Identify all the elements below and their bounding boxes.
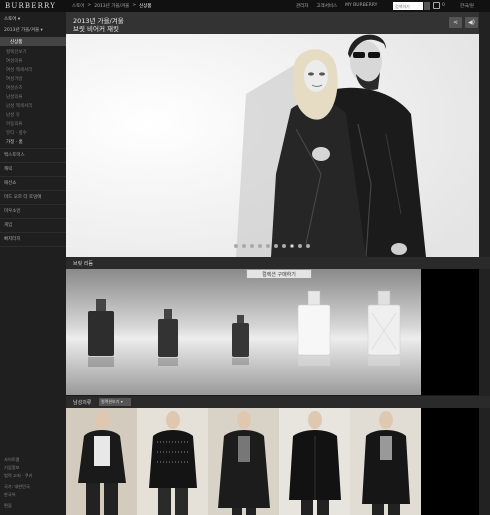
mens-product[interactable] [279, 408, 350, 515]
carousel-dot[interactable] [242, 244, 246, 248]
divider [0, 148, 66, 149]
top-links: 관리자 고객서비스 MY BURBERRY [296, 3, 377, 9]
mens-product[interactable] [350, 408, 421, 515]
locale-selector[interactable]: 한국/원 [460, 3, 474, 9]
footer-link[interactable]: 법적 고지 · 쿠키 [4, 473, 32, 479]
chevron-down-icon: ▾ [120, 399, 123, 404]
shop-collection-button[interactable]: 컬렉션 구매하기 [246, 269, 312, 279]
sound-icon: ◀) [468, 19, 475, 26]
page: BURBERRY 스토어 > 2013년 가을/겨울 > 신상품 관리자 고객서… [0, 0, 490, 515]
fragrance-bottles [88, 290, 401, 367]
sidebar-sub-item[interactable]: 여성슈즈 [6, 85, 23, 91]
chevron-down-icon: ▾ [40, 28, 43, 33]
divider [0, 190, 66, 191]
footer-link[interactable]: 기업정보 [4, 465, 19, 471]
language-selector[interactable]: 한국어 [4, 492, 16, 498]
carousel-dot[interactable] [266, 244, 270, 248]
mens-model-image [78, 411, 126, 515]
sidebar-store[interactable]: 스토어 ▾ [4, 16, 20, 22]
carousel-dot[interactable] [274, 244, 278, 248]
divider [0, 232, 66, 233]
breadcrumb-current: 신상품 [139, 4, 152, 9]
country-selector[interactable]: 국가: 대한민국 [4, 484, 30, 490]
bag-count: 0 [442, 3, 445, 8]
sidebar-sub-item[interactable]: 여성의류 [6, 58, 23, 64]
breadcrumb: 스토어 > 2013년 가을/겨울 > 신상품 [72, 3, 152, 9]
mens-empty-panel [421, 408, 479, 515]
divider [0, 162, 66, 163]
customer-service-link[interactable]: 고객서비스 [316, 3, 337, 9]
mens-product[interactable] [66, 408, 137, 515]
carousel-dot[interactable] [306, 244, 310, 248]
sidebar-category[interactable]: 캐릭 [4, 166, 12, 172]
sidebar-sub-item[interactable]: 남성 액세서리 [6, 103, 32, 109]
breadcrumb-season[interactable]: 2013년 가을/겨울 [94, 3, 129, 9]
divider [0, 218, 66, 219]
mens-model-image [149, 411, 197, 515]
divider [0, 176, 66, 177]
fragrance-header: 브릿 리듬 [66, 257, 490, 269]
brand-logo[interactable]: BURBERRY [5, 2, 56, 10]
admin-link[interactable]: 관리자 [296, 3, 308, 9]
sidebar-sub-item[interactable]: 뷰티 · 향수 [6, 130, 27, 136]
sidebar-category[interactable]: 백스토미스 [4, 152, 25, 158]
breadcrumb-separator: > [132, 3, 137, 8]
search-button[interactable] [424, 2, 430, 10]
carousel-dot[interactable] [282, 244, 286, 248]
sidebar: 스토어 ▾ 2013년 가을/겨울 ▾ 신상품 컬렉션보기 여성의류 여성 액세… [0, 12, 66, 515]
carousel-dot[interactable] [234, 244, 238, 248]
mens-title: 남성의류 [73, 400, 92, 406]
chevron-down-icon: ▾ [17, 17, 21, 22]
fragrance-panel[interactable]: 컬렉션 구매하기 [66, 269, 421, 395]
share-button[interactable]: ⋖ [449, 17, 462, 28]
sidebar-new-arrivals[interactable]: 신상품 [0, 37, 66, 46]
sidebar-sub-item[interactable]: 남성의류 [6, 94, 23, 100]
carousel-dots [234, 244, 310, 248]
sidebar-sub-item[interactable]: 아동의류 [6, 121, 23, 127]
hero-title-product: 브릿 비어커 재킷 [73, 25, 119, 33]
fragrance-title: 브릿 리듬 [73, 261, 93, 267]
footer-link[interactable]: 사이트맵 [4, 457, 19, 463]
sidebar-sub-item[interactable]: 여성가방 [6, 76, 23, 82]
hero-image[interactable] [66, 34, 479, 257]
breadcrumb-store[interactable]: 스토어 [72, 3, 84, 9]
sidebar-sub-item[interactable]: 여성 액세서리 [6, 67, 32, 73]
breadcrumb-separator: > [87, 3, 92, 8]
my-burberry-link[interactable]: MY BURBERRY [345, 3, 377, 9]
top-bar: BURBERRY 스토어 > 2013년 가을/겨울 > 신상품 관리자 고객서… [0, 0, 490, 12]
search-input[interactable] [393, 2, 423, 10]
sidebar-category[interactable]: 빠지터지 [4, 236, 21, 242]
sidebar-sub-item[interactable]: 가정 · 홈 [6, 139, 23, 145]
divider [0, 246, 66, 247]
sidebar-sub-item[interactable]: 컬렉션보기 [6, 49, 27, 55]
share-icon: ⋖ [452, 19, 459, 26]
mens-products [66, 408, 421, 515]
mens-product[interactable] [137, 408, 208, 515]
hero-photo-models [66, 34, 479, 257]
carousel-dot[interactable] [250, 244, 254, 248]
carousel-dot-active[interactable] [290, 244, 294, 248]
sidebar-sub-item[interactable]: 남성 유 [6, 112, 20, 118]
sound-button[interactable]: ◀) [465, 17, 478, 28]
footer-link[interactable]: 편집 [4, 503, 12, 509]
carousel-dot[interactable] [258, 244, 262, 248]
mens-header: 남성의류 컬렉션보기 ▾ [66, 396, 490, 408]
bag-icon[interactable] [433, 2, 440, 9]
sidebar-category[interactable]: 미드 오르 더 토밍에 [4, 194, 41, 200]
sidebar-category[interactable]: 패션쇼 [4, 180, 16, 186]
mens-collection-select[interactable]: 컬렉션보기 ▾ [99, 398, 131, 406]
hero-header: 2013년 가을/겨울 브릿 비어커 재킷 ⋖ ◀) [66, 12, 479, 34]
carousel-dot[interactable] [298, 244, 302, 248]
sidebar-season[interactable]: 2013년 가을/겨울 ▾ [4, 27, 43, 33]
sidebar-category[interactable]: 미우소인 [4, 208, 21, 214]
mens-model-image [218, 411, 270, 515]
mens-product[interactable] [208, 408, 279, 515]
mens-model-image [362, 411, 410, 515]
sidebar-category[interactable]: 게임 [4, 222, 12, 228]
mens-model-image [289, 411, 341, 515]
divider [0, 204, 66, 205]
fragrance-empty-panel [421, 269, 479, 395]
